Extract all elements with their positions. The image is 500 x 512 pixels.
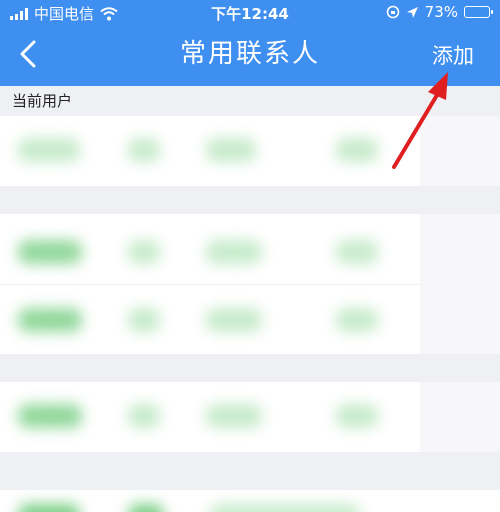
blurred-id <box>206 240 262 264</box>
right-fade <box>420 214 500 354</box>
list-item[interactable] <box>0 490 500 512</box>
section-header-blurred <box>0 452 500 490</box>
rotation-lock-icon <box>386 5 399 19</box>
list-item[interactable] <box>0 116 420 186</box>
status-right: 73% <box>386 3 493 21</box>
blurred-id <box>206 308 262 332</box>
battery-icon <box>464 6 493 18</box>
blurred-id <box>206 138 256 162</box>
blurred-id-tail <box>336 308 378 332</box>
list-item[interactable] <box>0 214 420 284</box>
page-title: 常用联系人 <box>179 39 320 69</box>
list-item[interactable] <box>0 382 420 452</box>
blurred-name <box>18 404 82 428</box>
blurred-id-tail <box>336 404 378 428</box>
section-header-blurred <box>0 186 500 214</box>
blurred-id-tail <box>336 240 378 264</box>
top-bar: 中国电信 下午12:44 73% 常用联系人 添加 <box>0 0 500 86</box>
blurred-relation <box>128 138 160 162</box>
contact-group-2 <box>0 214 420 354</box>
blurred-name <box>18 308 82 332</box>
location-icon <box>406 6 418 18</box>
blurred-id <box>206 404 262 428</box>
blurred-relation <box>128 240 160 264</box>
right-fade <box>420 116 500 186</box>
blurred-id <box>210 504 360 512</box>
blurred-relation <box>128 404 160 428</box>
blurred-relation <box>128 504 164 512</box>
list-item[interactable] <box>0 284 420 354</box>
contact-group-1 <box>0 116 420 186</box>
status-bar: 中国电信 下午12:44 73% <box>0 0 500 26</box>
nav-bar: 常用联系人 添加 <box>0 26 500 86</box>
blurred-relation <box>128 308 160 332</box>
right-fade <box>420 382 500 452</box>
blurred-name <box>18 504 80 512</box>
contact-group-3 <box>0 382 420 452</box>
blurred-name <box>18 240 82 264</box>
add-button[interactable]: 添加 <box>432 40 474 70</box>
section-header-current-user: 当前用户 <box>0 86 500 116</box>
section-header-blurred <box>0 354 500 382</box>
blurred-id-tail <box>336 138 378 162</box>
blurred-name <box>18 138 80 162</box>
battery-percent: 73% <box>424 3 458 21</box>
